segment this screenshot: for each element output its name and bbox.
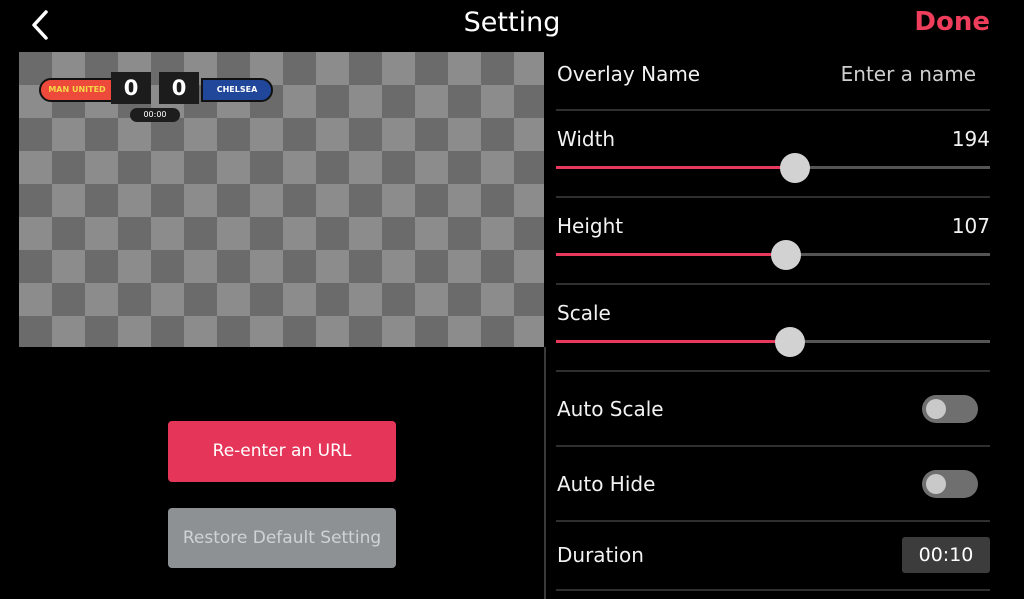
overlay-name-label: Overlay Name bbox=[557, 62, 701, 86]
panel-divider bbox=[544, 347, 546, 599]
height-value: 107 bbox=[951, 214, 990, 238]
divider bbox=[556, 370, 990, 372]
score-left: 0 bbox=[111, 72, 151, 104]
toggle-knob bbox=[926, 399, 946, 419]
slider-fill bbox=[556, 253, 787, 256]
auto-scale-toggle[interactable] bbox=[922, 395, 978, 423]
team-left-name: MAN UNITED bbox=[39, 78, 115, 102]
team-right-name: CHELSEA bbox=[201, 78, 273, 102]
width-label: Width bbox=[557, 127, 616, 151]
auto-hide-label: Auto Hide bbox=[557, 472, 656, 496]
auto-scale-label: Auto Scale bbox=[557, 397, 664, 421]
score-right: 0 bbox=[159, 72, 199, 104]
toggle-knob bbox=[926, 474, 946, 494]
divider bbox=[556, 109, 990, 111]
reenter-url-button[interactable]: Re-enter an URL bbox=[168, 421, 396, 482]
slider-thumb[interactable] bbox=[771, 240, 802, 270]
scoreboard-overlay: MAN UNITED 0 0 CHELSEA 00:00 bbox=[39, 72, 273, 122]
slider-thumb[interactable] bbox=[775, 327, 806, 357]
auto-hide-toggle[interactable] bbox=[922, 470, 978, 498]
divider bbox=[556, 520, 990, 522]
restore-default-button[interactable]: Restore Default Setting bbox=[168, 508, 396, 568]
match-timer: 00:00 bbox=[130, 108, 180, 122]
slider-thumb[interactable] bbox=[779, 153, 810, 183]
overlay-preview: MAN UNITED 0 0 CHELSEA 00:00 bbox=[19, 52, 544, 347]
divider bbox=[556, 283, 990, 285]
scale-label: Scale bbox=[557, 301, 611, 325]
divider bbox=[556, 445, 990, 447]
height-label: Height bbox=[557, 214, 624, 238]
scale-slider[interactable] bbox=[556, 327, 990, 357]
duration-picker[interactable]: 00:10 bbox=[902, 537, 990, 573]
overlay-name-input[interactable] bbox=[776, 60, 976, 88]
height-slider[interactable] bbox=[556, 240, 990, 270]
slider-fill bbox=[556, 166, 795, 169]
divider bbox=[556, 589, 990, 591]
duration-label: Duration bbox=[557, 543, 644, 567]
settings-panel: Overlay Name Width 194 Height 107 Scale … bbox=[556, 0, 990, 599]
width-value: 194 bbox=[951, 127, 990, 151]
divider bbox=[556, 196, 990, 198]
slider-fill bbox=[556, 340, 791, 343]
width-slider[interactable] bbox=[556, 153, 990, 183]
